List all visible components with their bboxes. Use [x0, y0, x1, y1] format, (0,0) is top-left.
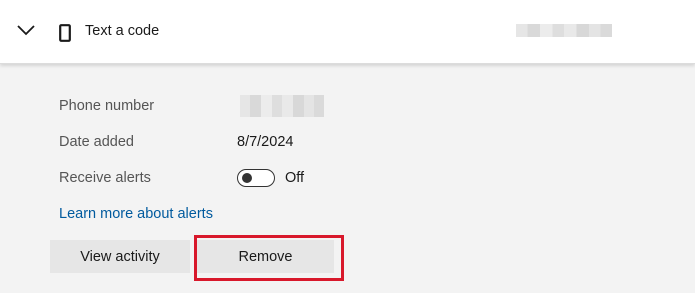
redacted-phone-number: [516, 24, 612, 37]
method-title: Text a code: [85, 23, 160, 39]
remove-button[interactable]: Remove: [197, 240, 334, 273]
phone-number-label: Phone number: [59, 98, 155, 114]
method-header[interactable]: Text a code: [0, 0, 695, 64]
security-method-panel: Text a code Phone number Date added 8/7/…: [0, 0, 695, 293]
view-activity-button[interactable]: View activity: [50, 240, 190, 273]
phone-icon: [59, 24, 71, 42]
learn-more-alerts-link[interactable]: Learn more about alerts: [59, 206, 213, 222]
chevron-down-icon[interactable]: [16, 23, 36, 37]
toggle-knob: [242, 173, 252, 183]
receive-alerts-toggle[interactable]: [237, 169, 275, 187]
receive-alerts-state: Off: [285, 170, 305, 186]
date-added-value: 8/7/2024: [237, 134, 294, 150]
date-added-label: Date added: [59, 134, 134, 150]
redacted-phone-number-value: [240, 95, 324, 117]
receive-alerts-label: Receive alerts: [59, 170, 151, 186]
